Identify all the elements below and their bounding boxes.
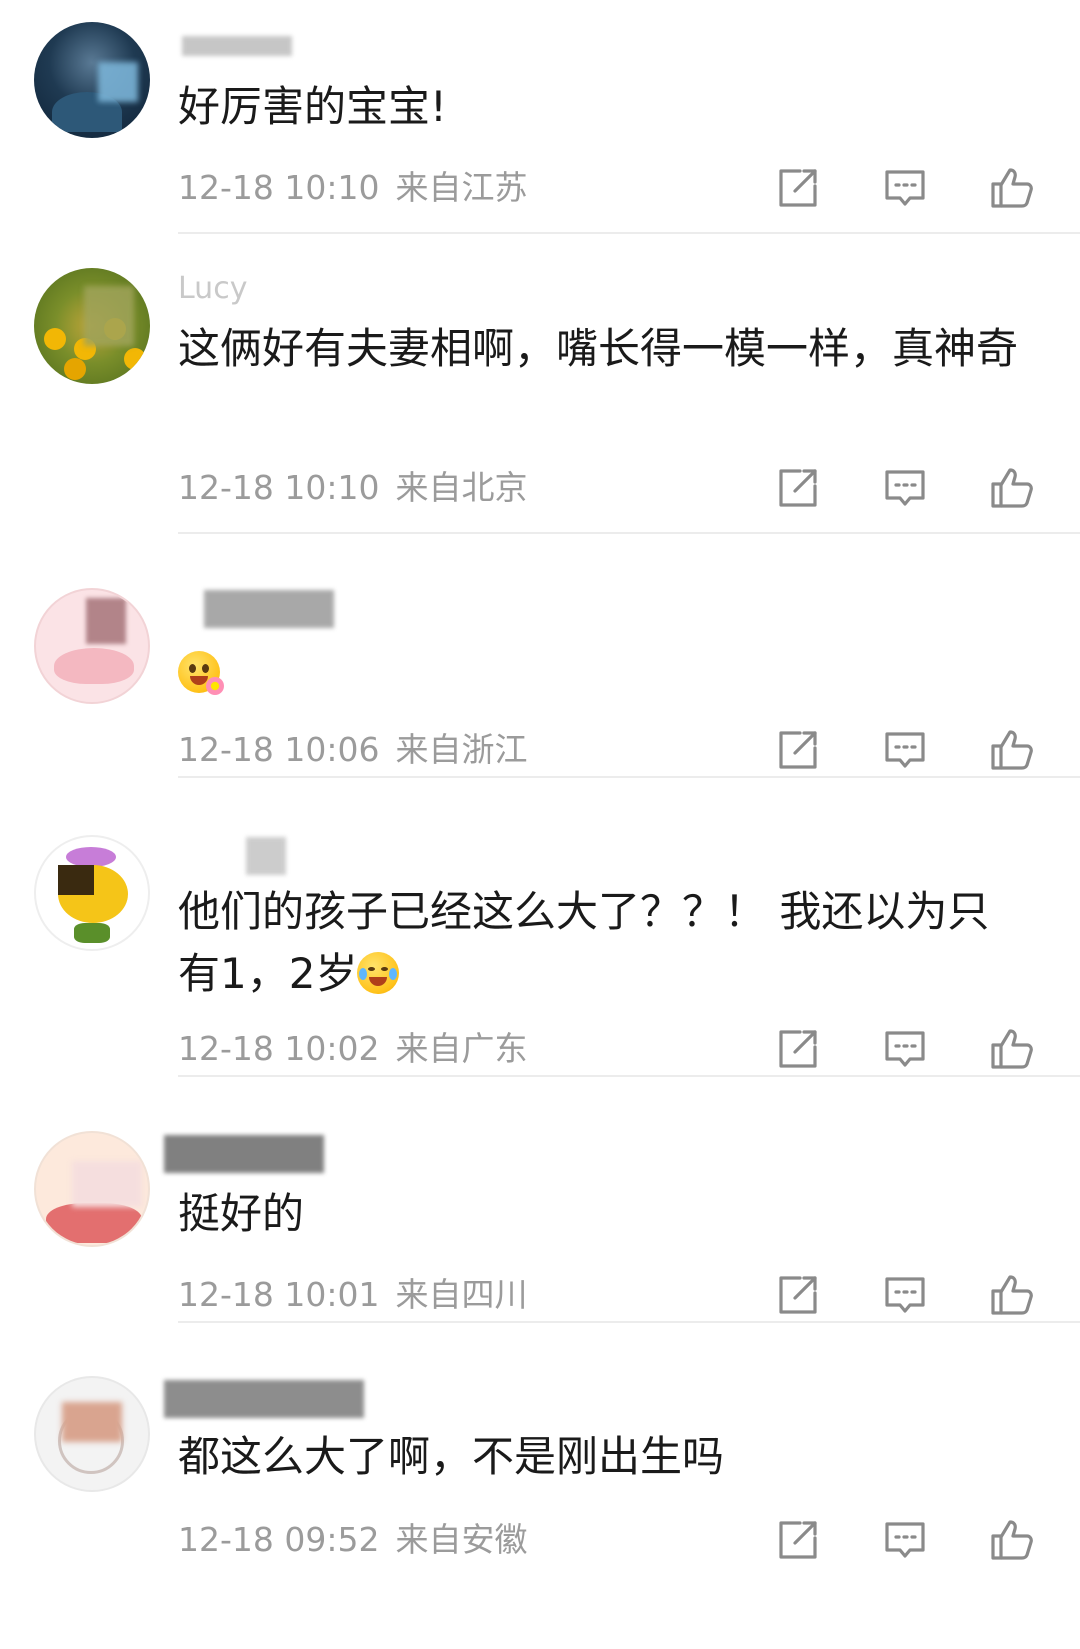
comment-actions [774, 1025, 1036, 1073]
thumbs-up-icon[interactable] [988, 164, 1036, 212]
share-icon[interactable] [774, 1271, 822, 1319]
comment-location: 来自广东 [395, 1029, 528, 1068]
comment-actions [774, 1516, 1036, 1564]
comment-item: 12-18 10:06 来自浙江 [0, 550, 1080, 795]
comment-time: 12-18 10:02 [178, 1029, 380, 1068]
comment-icon[interactable] [881, 164, 929, 212]
avatar[interactable] [34, 1376, 150, 1492]
username-mask [164, 1380, 364, 1418]
share-icon[interactable] [774, 464, 822, 512]
comment-time: 12-18 10:10 [178, 168, 380, 207]
comment-meta: 12-18 10:10 来自北京 [178, 468, 527, 508]
comment-location: 来自浙江 [395, 730, 528, 769]
avatar[interactable] [34, 268, 150, 384]
comment-meta: 12-18 10:06 来自浙江 [178, 730, 527, 770]
divider [178, 232, 1080, 234]
comment-actions [774, 726, 1036, 774]
avatar[interactable] [34, 1131, 150, 1247]
comment-item: 好厉害的宝宝! 12-18 10:10 来自江苏 [0, 0, 1080, 250]
divider [178, 776, 1080, 778]
share-icon[interactable] [774, 1516, 822, 1564]
avatar[interactable] [34, 835, 150, 951]
comment-list: 好厉害的宝宝! 12-18 10:10 来自江苏 Lucy 这俩好有夫妻相啊，嘴长… [0, 0, 1080, 1647]
comment-time: 12-18 09:52 [178, 1520, 380, 1559]
comment-location: 来自北京 [395, 468, 528, 507]
thumbs-up-icon[interactable] [988, 1025, 1036, 1073]
thumbs-up-icon[interactable] [988, 1516, 1036, 1564]
username[interactable]: Lucy [178, 270, 247, 308]
divider [178, 532, 1080, 534]
avatar[interactable] [34, 22, 150, 138]
comment-item: 挺好的 12-18 10:01 来自四川 [0, 1095, 1080, 1340]
comment-text: 挺好的 [178, 1189, 305, 1238]
thumbs-up-icon[interactable] [988, 726, 1036, 774]
username-mask [246, 837, 286, 875]
comment-text-content: 他们的孩子已经这么大了？？！ 我还以为只有1，2岁 [178, 887, 990, 998]
comment-location: 来自四川 [395, 1275, 528, 1314]
share-icon[interactable] [774, 726, 822, 774]
comment-meta: 12-18 10:02 来自广东 [178, 1029, 527, 1069]
share-icon[interactable] [774, 164, 822, 212]
username-mask [204, 590, 334, 628]
username-text: Lucy [178, 271, 248, 306]
comment-meta: 12-18 09:52 来自安徽 [178, 1520, 527, 1560]
comment-actions [774, 464, 1036, 512]
comment-time: 12-18 10:10 [178, 468, 380, 507]
comment-location: 来自江苏 [395, 168, 528, 207]
flower-smile-emoji [178, 651, 224, 695]
comment-actions [774, 1271, 1036, 1319]
comment-item: Lucy 这俩好有夫妻相啊，嘴长得一模一样，真神奇 12-18 10:10 来自北… [0, 250, 1080, 550]
comment-item: 他们的孩子已经这么大了？？！ 我还以为只有1，2岁 12-18 10:02 来自广… [0, 795, 1080, 1095]
comment-text: 他们的孩子已经这么大了？？！ 我还以为只有1，2岁 [178, 881, 1018, 1005]
divider [178, 1075, 1080, 1077]
username-mask [164, 1135, 324, 1173]
comment-icon[interactable] [881, 464, 929, 512]
comment-text: 这俩好有夫妻相啊，嘴长得一模一样，真神奇 [178, 324, 1019, 373]
username-mask [182, 36, 292, 56]
comment-actions [774, 164, 1036, 212]
comment-meta: 12-18 10:01 来自四川 [178, 1275, 527, 1315]
comment-text: 都这么大了啊，不是刚出生吗 [178, 1432, 725, 1481]
comment-icon[interactable] [881, 726, 929, 774]
share-icon[interactable] [774, 1025, 822, 1073]
laughing-tears-emoji [357, 952, 400, 994]
comment-icon[interactable] [881, 1516, 929, 1564]
thumbs-up-icon[interactable] [988, 464, 1036, 512]
comment-location: 来自安徽 [395, 1520, 528, 1559]
comment-item: 都这么大了啊，不是刚出生吗 12-18 09:52 来自安徽 [0, 1340, 1080, 1647]
comment-time: 12-18 10:06 [178, 730, 380, 769]
comment-meta: 12-18 10:10 来自江苏 [178, 168, 527, 208]
comment-icon[interactable] [881, 1271, 929, 1319]
comment-time: 12-18 10:01 [178, 1275, 380, 1314]
thumbs-up-icon[interactable] [988, 1271, 1036, 1319]
comment-text: 好厉害的宝宝! [178, 82, 447, 131]
comment-icon[interactable] [881, 1025, 929, 1073]
avatar[interactable] [34, 588, 150, 704]
divider [178, 1321, 1080, 1323]
comment-text [178, 642, 1018, 704]
